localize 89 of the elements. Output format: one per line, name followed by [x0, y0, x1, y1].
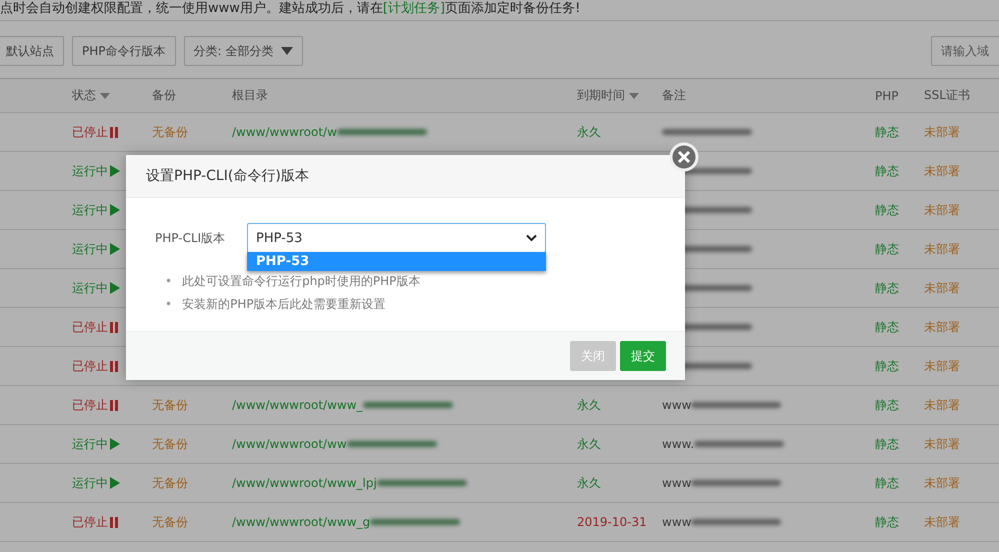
search-field[interactable]: 请输入域 [931, 36, 999, 66]
sort-caret-icon[interactable] [629, 92, 639, 98]
ssl-status-link[interactable]: 未部署 [924, 240, 960, 258]
ssl-status-link[interactable]: 未部署 [924, 396, 960, 414]
column-title: 到期时间 [577, 87, 625, 104]
status-label[interactable]: 已停止 [72, 124, 118, 140]
category-dropdown[interactable]: 分类: 全部分类 [184, 36, 304, 66]
expiry-date: 永久 [577, 436, 601, 452]
hint-text: 安装新的PHP版本后此处需要重新设置 [182, 296, 386, 313]
column-title: 根目录 [232, 87, 268, 104]
chevron-icon [526, 234, 537, 242]
dropdown-option[interactable]: PHP-53 [247, 252, 546, 271]
ssl-status-link[interactable]: 未部署 [924, 162, 960, 180]
remark-text: www [662, 515, 692, 529]
root-path-link[interactable]: /www/wwwroot/ww [232, 437, 347, 451]
php-version-link[interactable]: 静态 [875, 474, 899, 492]
column-title: 备注 [662, 87, 686, 104]
pause-icon [110, 126, 118, 138]
backup-link[interactable]: 无备份 [152, 474, 188, 492]
notice-text: 点时会自动创建权限配置，统一使用www用户。建站成功后，请在[计划任务]页面添加定时备份任务! [0, 0, 999, 21]
column-title: 备份 [152, 87, 176, 104]
toolbar-button[interactable]: PHP命令行版本 [72, 36, 176, 66]
root-path-link[interactable]: /www/wwwroot/www_ [232, 398, 363, 412]
status-label[interactable]: 运行中 [72, 202, 120, 218]
php-version-link[interactable]: 静态 [875, 436, 899, 452]
expiry-date: 2019-10-31 [577, 515, 647, 529]
root-path-link[interactable]: /www/wwwroot/w [232, 125, 337, 139]
pause-icon [110, 322, 118, 332]
play-icon [110, 243, 120, 255]
php-version-link[interactable]: 静态 [875, 280, 899, 296]
bullet: • [165, 273, 172, 290]
ssl-status-link[interactable]: 未部署 [924, 124, 960, 140]
status-label[interactable]: 运行中 [72, 162, 120, 180]
backup-link[interactable]: 无备份 [152, 436, 188, 452]
pause-icon [110, 400, 118, 410]
backup-link[interactable]: 无备份 [152, 124, 188, 140]
pause-icon [110, 516, 118, 528]
status-label[interactable]: 运行中 [72, 474, 120, 492]
expiry-date: 永久 [577, 124, 601, 140]
remark-text: www [662, 476, 692, 490]
backup-link[interactable]: 无备份 [152, 514, 188, 530]
php-version-link[interactable]: 静态 [875, 358, 899, 374]
expiry-date: 永久 [577, 396, 601, 414]
play-icon [110, 477, 120, 489]
field-label: PHP-CLI版本 [155, 230, 226, 247]
ssl-status-link[interactable]: 未部署 [924, 280, 960, 296]
status-label[interactable]: 已停止 [72, 396, 118, 414]
bullet: • [165, 296, 172, 313]
ssl-status-link[interactable]: 未部署 [924, 318, 960, 336]
submit-button[interactable]: 提交 [620, 341, 666, 371]
status-label[interactable]: 已停止 [72, 358, 118, 374]
status-label[interactable]: 运行中 [72, 436, 120, 452]
ssl-status-link[interactable]: 未部署 [924, 474, 960, 492]
php-version-link[interactable]: 静态 [875, 162, 899, 180]
sort-caret-icon[interactable] [100, 92, 110, 98]
status-label[interactable]: 已停止 [72, 514, 118, 530]
ssl-status-link[interactable]: 未部署 [924, 514, 960, 530]
close-icon[interactable] [669, 142, 699, 172]
remark-text: www [662, 398, 692, 412]
caret-icon [281, 47, 294, 55]
dialog-title: 设置PHP-CLI(命令行)版本 [146, 167, 309, 185]
ssl-status-link[interactable]: 未部署 [924, 358, 960, 374]
php-version-link[interactable]: 静态 [875, 202, 899, 218]
status-label[interactable]: 运行中 [72, 240, 120, 258]
php-version-link[interactable]: 静态 [875, 318, 899, 336]
php-version-link[interactable]: 静态 [875, 514, 899, 530]
php-version-link[interactable]: 静态 [875, 124, 899, 140]
php-version-link[interactable]: 静态 [875, 396, 899, 414]
toolbar-button[interactable]: 默认站点 [0, 36, 64, 66]
play-icon [110, 165, 120, 177]
remark-text: www. [662, 437, 694, 451]
pause-icon [110, 360, 118, 372]
column-title: SSL证书 [924, 87, 970, 104]
hint-text: 此处可设置命令行运行php时使用的PHP版本 [182, 273, 420, 290]
root-path-link[interactable]: /www/wwwroot/www_lpj [232, 476, 377, 490]
status-label[interactable]: 运行中 [72, 280, 120, 296]
ssl-status-link[interactable]: 未部署 [924, 436, 960, 452]
play-icon [110, 282, 120, 294]
expiry-date: 永久 [577, 474, 601, 492]
play-icon [110, 438, 120, 450]
php-version-link[interactable]: 静态 [875, 240, 899, 258]
play-icon [110, 204, 120, 216]
status-label[interactable]: 已停止 [72, 318, 118, 336]
backup-link[interactable]: 无备份 [152, 396, 188, 414]
column-title: PHP [875, 88, 898, 102]
column-title: 状态 [72, 87, 96, 104]
root-path-link[interactable]: /www/wwwroot/www_g [232, 515, 370, 529]
ssl-status-link[interactable]: 未部署 [924, 202, 960, 218]
schedule-link[interactable]: [计划任务] [382, 1, 446, 16]
